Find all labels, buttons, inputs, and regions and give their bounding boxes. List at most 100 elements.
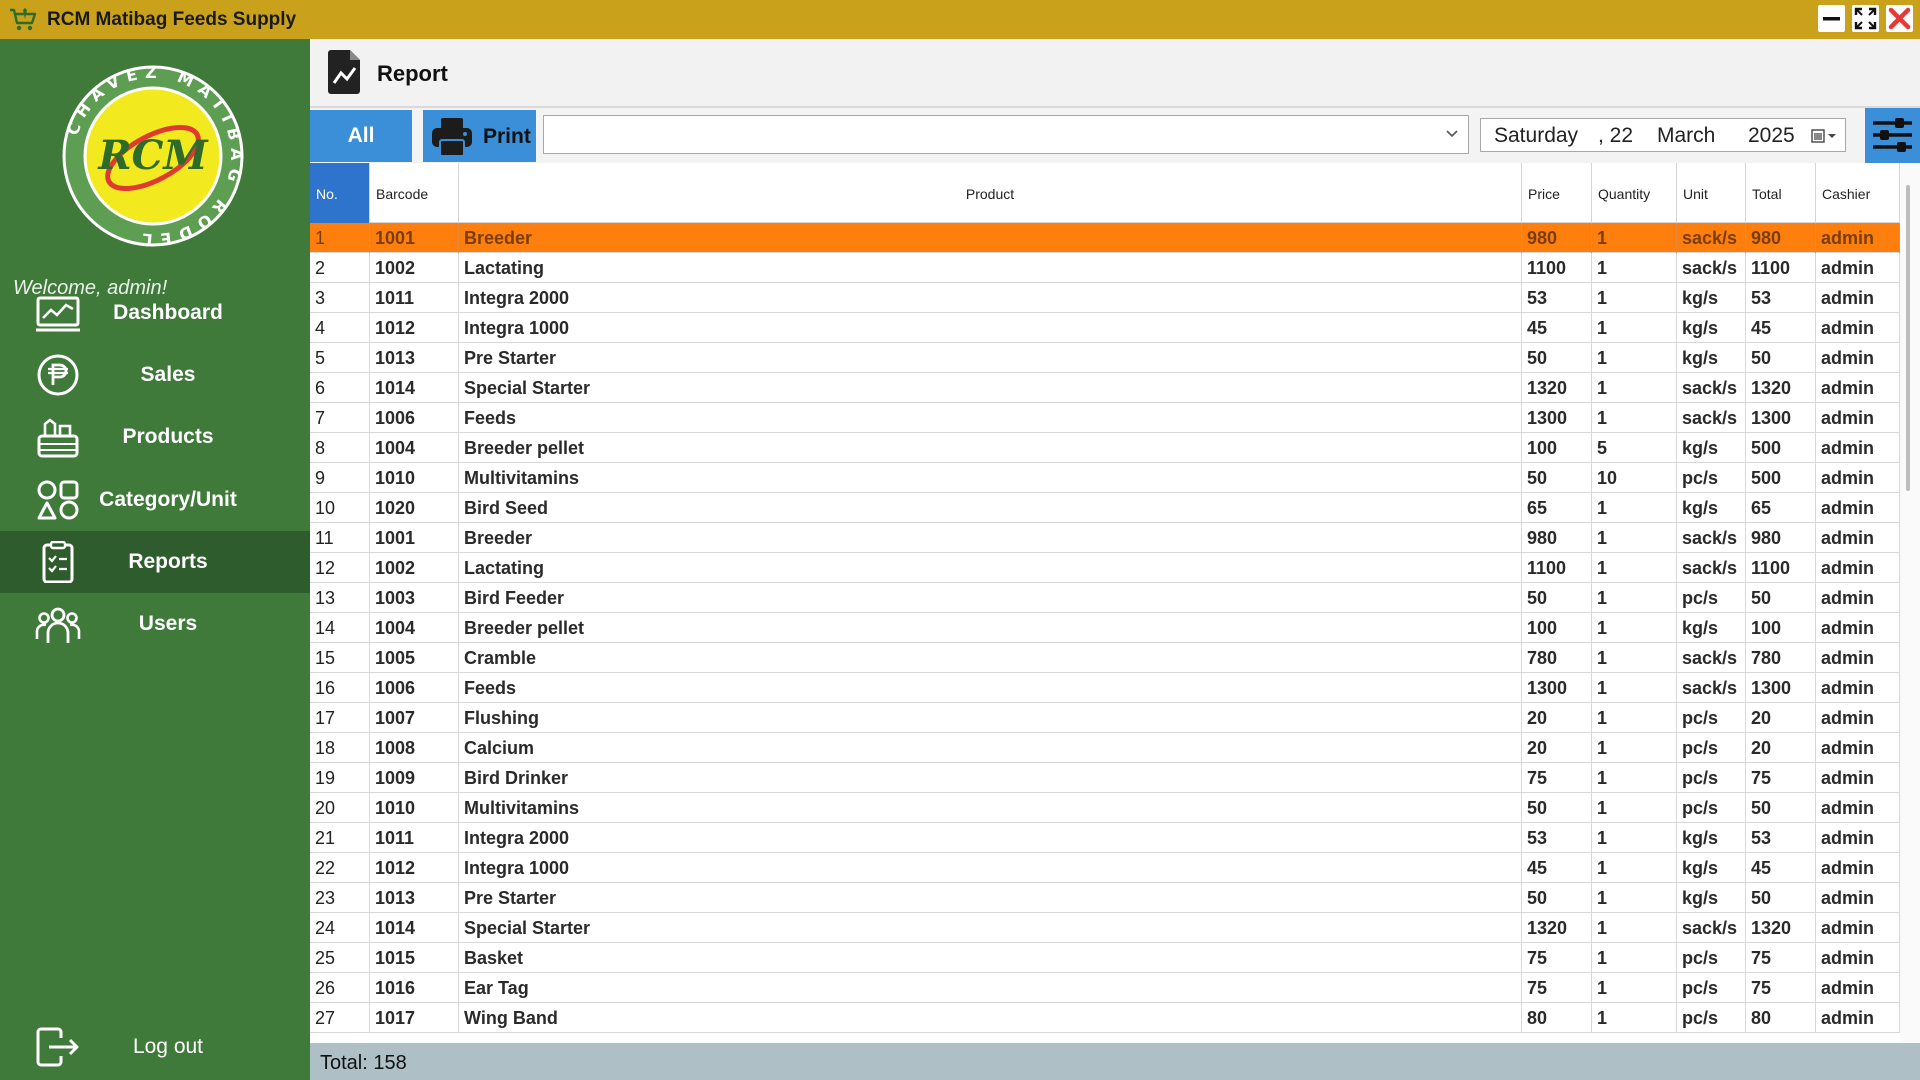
cell-cashier: admin <box>1816 733 1900 763</box>
table-row[interactable]: 25 1015 Basket 75 1 pc/s 75 admin <box>310 943 1900 973</box>
vertical-scrollbar[interactable] <box>1900 163 1920 1043</box>
cell-price: 45 <box>1522 853 1592 883</box>
sidebar-item-category-unit[interactable]: Category/Unit <box>0 469 310 531</box>
cell-quantity: 5 <box>1592 433 1677 463</box>
peso-coin-icon <box>37 354 79 396</box>
cell-barcode: 1002 <box>370 253 459 283</box>
table-row[interactable]: 14 1004 Breeder pellet 100 1 kg/s 100 admin <box>310 613 1900 643</box>
cell-unit: pc/s <box>1677 973 1746 1003</box>
cell-quantity: 1 <box>1592 673 1677 703</box>
cell-total: 1100 <box>1746 553 1816 583</box>
clipboard-report-icon <box>42 541 74 583</box>
cell-no: 7 <box>310 403 370 433</box>
cell-quantity: 1 <box>1592 613 1677 643</box>
cell-total: 50 <box>1746 793 1816 823</box>
sidebar-item-products[interactable]: Products <box>0 406 310 468</box>
cell-price: 53 <box>1522 823 1592 853</box>
table-row[interactable]: 2 1002 Lactating 1100 1 sack/s 1100 admin <box>310 253 1900 283</box>
cell-barcode: 1007 <box>370 703 459 733</box>
table-row[interactable]: 17 1007 Flushing 20 1 pc/s 20 admin <box>310 703 1900 733</box>
table-row[interactable]: 20 1010 Multivitamins 50 1 pc/s 50 admin <box>310 793 1900 823</box>
cell-cashier: admin <box>1816 1003 1900 1033</box>
print-button[interactable]: Print <box>423 110 536 162</box>
sidebar-item-label: Products <box>122 425 214 448</box>
cell-product: Breeder <box>459 223 1522 253</box>
table-row[interactable]: 22 1012 Integra 1000 45 1 kg/s 45 admin <box>310 853 1900 883</box>
cell-total: 1320 <box>1746 373 1816 403</box>
filter-settings-button[interactable] <box>1865 108 1920 163</box>
header-col-quantity[interactable]: Quantity <box>1592 163 1677 223</box>
header-col-cashier[interactable]: Cashier <box>1816 163 1900 223</box>
table-row[interactable]: 10 1020 Bird Seed 65 1 kg/s 65 admin <box>310 493 1900 523</box>
table-row[interactable]: 1 1001 Breeder 980 1 sack/s 980 admin <box>310 223 1900 253</box>
cell-barcode: 1016 <box>370 973 459 1003</box>
table-row[interactable]: 6 1014 Special Starter 1320 1 sack/s 1320 admin <box>310 373 1900 403</box>
table-row[interactable]: 9 1010 Multivitamins 50 10 pc/s 500 admin <box>310 463 1900 493</box>
table-row[interactable]: 5 1013 Pre Starter 50 1 kg/s 50 admin <box>310 343 1900 373</box>
table-row[interactable]: 19 1009 Bird Drinker 75 1 pc/s 75 admin <box>310 763 1900 793</box>
calendar-dropdown-icon[interactable] <box>1811 128 1839 144</box>
header-col-barcode[interactable]: Barcode <box>370 163 459 223</box>
table-row[interactable]: 21 1011 Integra 2000 53 1 kg/s 53 admin <box>310 823 1900 853</box>
cell-unit: sack/s <box>1677 223 1746 253</box>
cell-price: 20 <box>1522 733 1592 763</box>
cell-price: 1320 <box>1522 913 1592 943</box>
date-picker[interactable]: Saturday , 22 March 2025 <box>1480 118 1846 152</box>
sidebar-item-label: Dashboard <box>113 301 223 324</box>
cell-cashier: admin <box>1816 313 1900 343</box>
sidebar-item-users[interactable]: Users <box>0 593 310 655</box>
cell-total: 980 <box>1746 523 1816 553</box>
header-col-no[interactable]: No. <box>310 163 370 223</box>
table-row[interactable]: 3 1011 Integra 2000 53 1 kg/s 53 admin <box>310 283 1900 313</box>
cell-unit: kg/s <box>1677 343 1746 373</box>
cell-no: 22 <box>310 853 370 883</box>
cell-no: 10 <box>310 493 370 523</box>
cell-unit: pc/s <box>1677 463 1746 493</box>
sidebar-item-dashboard[interactable]: Dashboard <box>0 282 310 344</box>
date-number: , 22 <box>1598 124 1634 147</box>
minimize-button[interactable] <box>1818 5 1845 32</box>
table-row[interactable]: 15 1005 Cramble 780 1 sack/s 780 admin <box>310 643 1900 673</box>
cell-price: 50 <box>1522 343 1592 373</box>
table-row[interactable]: 4 1012 Integra 1000 45 1 kg/s 45 admin <box>310 313 1900 343</box>
logout-button[interactable]: Log out <box>0 1016 310 1078</box>
header-col-total[interactable]: Total <box>1746 163 1816 223</box>
sidebar-item-reports[interactable]: Reports <box>0 531 310 593</box>
table-row[interactable]: 24 1014 Special Starter 1320 1 sack/s 1320 admi… <box>310 913 1900 943</box>
table-row[interactable]: 27 1017 Wing Band 80 1 pc/s 80 admin <box>310 1003 1900 1033</box>
header-col-product[interactable]: Product <box>459 163 1522 223</box>
scrollbar-thumb[interactable] <box>1906 185 1910 491</box>
cell-total: 20 <box>1746 703 1816 733</box>
cell-no: 6 <box>310 373 370 403</box>
header-col-unit[interactable]: Unit <box>1677 163 1746 223</box>
cell-price: 75 <box>1522 763 1592 793</box>
table-row[interactable]: 23 1013 Pre Starter 50 1 kg/s 50 admin <box>310 883 1900 913</box>
cell-quantity: 10 <box>1592 463 1677 493</box>
cell-unit: kg/s <box>1677 853 1746 883</box>
cell-price: 1100 <box>1522 253 1592 283</box>
header-col-price[interactable]: Price <box>1522 163 1592 223</box>
cell-unit: sack/s <box>1677 403 1746 433</box>
table-row[interactable]: 13 1003 Bird Feeder 50 1 pc/s 50 admin <box>310 583 1900 613</box>
cell-quantity: 1 <box>1592 853 1677 883</box>
table-row[interactable]: 8 1004 Breeder pellet 100 5 kg/s 500 admin <box>310 433 1900 463</box>
close-button[interactable] <box>1886 5 1913 32</box>
table-row[interactable]: 16 1006 Feeds 1300 1 sack/s 1300 admin <box>310 673 1900 703</box>
cell-product: Lactating <box>459 553 1522 583</box>
cell-cashier: admin <box>1816 853 1900 883</box>
cell-product: Special Starter <box>459 913 1522 943</box>
table-row[interactable]: 7 1006 Feeds 1300 1 sack/s 1300 admin <box>310 403 1900 433</box>
filter-dropdown[interactable] <box>543 115 1469 154</box>
table-row[interactable]: 11 1001 Breeder 980 1 sack/s 980 admin <box>310 523 1900 553</box>
cell-quantity: 1 <box>1592 643 1677 673</box>
sidebar-item-sales[interactable]: Sales <box>0 344 310 406</box>
table-row[interactable]: 18 1008 Calcium 20 1 pc/s 20 admin <box>310 733 1900 763</box>
cell-price: 100 <box>1522 433 1592 463</box>
all-button[interactable]: All <box>310 110 412 162</box>
cell-price: 50 <box>1522 793 1592 823</box>
cell-product: Bird Feeder <box>459 583 1522 613</box>
maximize-button[interactable] <box>1852 5 1879 32</box>
table-row[interactable]: 12 1002 Lactating 1100 1 sack/s 1100 admin <box>310 553 1900 583</box>
cell-total: 500 <box>1746 463 1816 493</box>
table-row[interactable]: 26 1016 Ear Tag 75 1 pc/s 75 admin <box>310 973 1900 1003</box>
